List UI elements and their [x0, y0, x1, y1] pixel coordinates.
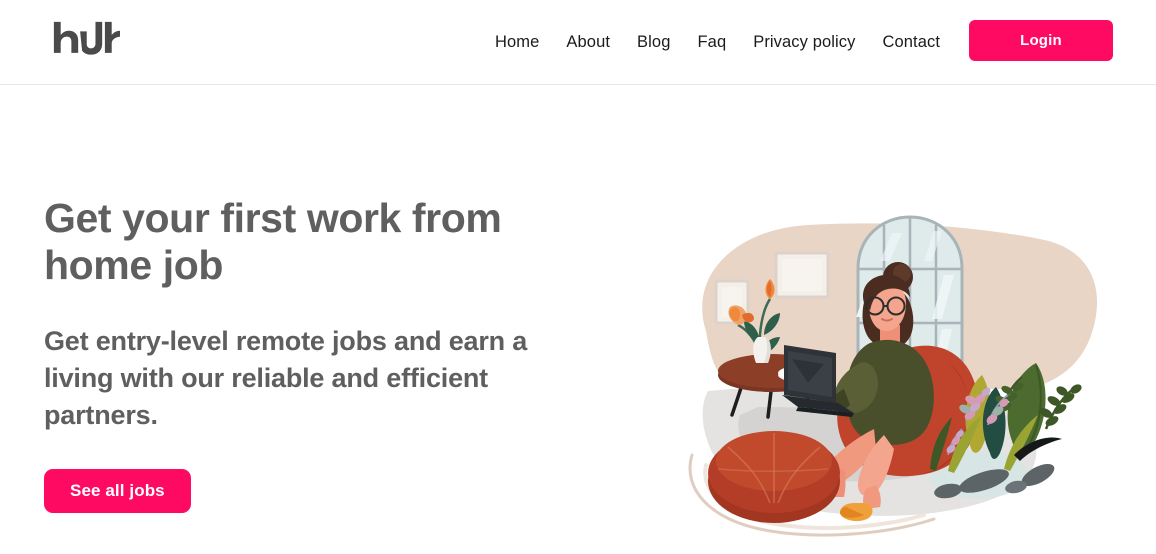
- see-all-jobs-button[interactable]: See all jobs: [44, 469, 191, 514]
- nav-item-faq[interactable]: Faq: [697, 27, 726, 58]
- login-button[interactable]: Login: [969, 20, 1113, 61]
- pouf-ottoman: [708, 431, 840, 523]
- main-navigation: Home About Blog Faq Privacy policy Conta…: [495, 0, 940, 85]
- site-header: Home About Blog Faq Privacy policy Conta…: [0, 0, 1156, 85]
- nav-item-blog[interactable]: Blog: [637, 27, 670, 58]
- hero-copy-block: Get your first work from home job Get en…: [44, 195, 584, 514]
- nav-item-contact[interactable]: Contact: [882, 27, 940, 58]
- brand-logo[interactable]: [50, 16, 120, 58]
- nav-item-about[interactable]: About: [566, 27, 610, 58]
- hero-subtitle: Get entry-level remote jobs and earn a l…: [44, 326, 528, 430]
- hjh-wordmark-logo-icon: [53, 21, 120, 55]
- picture-frame-large: [774, 251, 830, 299]
- hero-title: Get your first work from home job: [44, 195, 502, 289]
- nav-item-privacy-policy[interactable]: Privacy policy: [753, 27, 855, 58]
- hero-illustration: [648, 203, 1108, 543]
- nav-item-home[interactable]: Home: [495, 27, 539, 58]
- hero-section: Get your first work from home job Get en…: [0, 85, 1156, 554]
- woman-working-from-home-illustration-icon: [688, 215, 1098, 537]
